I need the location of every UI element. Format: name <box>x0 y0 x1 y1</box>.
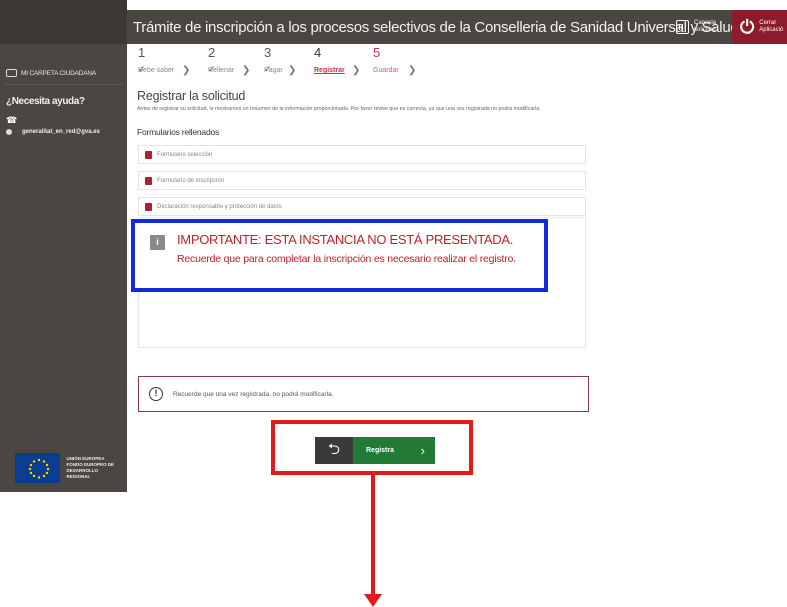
form-item-seleccion[interactable]: Formulario selección <box>138 145 586 164</box>
form-item-label: Formulario selección <box>157 151 213 158</box>
form-item-label: Declaración responsable y protección de … <box>157 203 282 210</box>
register-label: Registra <box>366 447 395 454</box>
help-email-address: generalitat_en_red@gva.es <box>22 129 100 135</box>
info-icon: i <box>150 235 165 250</box>
form-item-inscripcion[interactable]: Formulario de inscripción <box>138 171 586 190</box>
power-icon: ⏻ <box>740 16 755 37</box>
document-icon <box>145 202 152 211</box>
important-text: Recuerde que para completar la inscripci… <box>177 253 516 265</box>
email-icon <box>6 129 12 135</box>
sidebar-divider <box>4 84 124 85</box>
eu-text: UNIÓN EUROPEA FONDO EUROPEO DE DESARROLL… <box>66 456 120 480</box>
trash-icon <box>676 20 689 34</box>
register-button[interactable]: Registra › <box>353 437 435 464</box>
warning-box: ! Recuerde que una vez registrada, no po… <box>138 376 589 412</box>
back-button[interactable]: ⮌ <box>315 437 353 464</box>
chevron-right-icon: ❯ <box>408 65 417 76</box>
register-button-group: ⮌ Registra › <box>315 437 435 464</box>
eu-flag-icon <box>15 453 61 483</box>
app-header: Trámite de inscripción a los procesos se… <box>127 10 787 44</box>
help-title: ¿Necesita ayuda? <box>6 96 85 107</box>
close-label-line-2: Aplicació <box>759 27 784 33</box>
help-email[interactable]: generalitat_en_red@gva.es <box>6 129 100 135</box>
chevron-right-icon: ❯ <box>242 65 251 76</box>
step-4-number: 4 <box>314 45 322 60</box>
document-icon <box>145 150 152 159</box>
my-folder-label: MI CARPETA CIUDADANA <box>21 69 96 77</box>
chevron-right-icon: › <box>420 443 425 458</box>
eu-funding-logo: UNIÓN EUROPEA FONDO EUROPEO DE DESARROLL… <box>15 452 120 484</box>
step-2-label[interactable]: Rellenar <box>208 67 234 74</box>
step-5-number: 5 <box>373 45 381 60</box>
exclamation-icon: ! <box>149 387 163 401</box>
sidebar-logo-area <box>0 0 127 44</box>
form-item-label: Formulario de inscripción <box>157 177 225 184</box>
close-application-button[interactable]: ⏻ Cerrar Aplicació <box>732 10 787 44</box>
chevron-right-icon: ❯ <box>288 65 297 76</box>
close-label-line-1: Cerrar <box>759 20 777 26</box>
step-5-label[interactable]: Guardar <box>373 67 399 74</box>
close-label: Cerrar Aplicació <box>759 20 783 34</box>
cancel-label-line-2: solicitud <box>694 27 716 33</box>
phone-icon: ☎ <box>6 115 18 125</box>
form-item-declaracion[interactable]: Declaración responsable y protección de … <box>138 197 586 216</box>
arrow-down-icon <box>364 594 382 607</box>
sidebar: MI CARPETA CIUDADANA ¿Necesita ayuda? ☎ … <box>0 0 127 492</box>
important-title: IMPORTANTE: ESTA INSTANCIA NO ESTÁ PRESE… <box>177 232 514 247</box>
cancel-request-button[interactable]: Cancela solicitud <box>670 10 732 44</box>
document-icon <box>145 176 152 185</box>
chevron-right-icon: ❯ <box>182 65 191 76</box>
chevron-right-icon: ❯ <box>352 65 361 76</box>
step-3-label[interactable]: Pagar <box>264 67 283 74</box>
cancel-label-line-1: Cancela <box>694 20 717 26</box>
page-title: Registrar la solicitud <box>137 89 246 103</box>
my-folder-link[interactable]: MI CARPETA CIUDADANA <box>6 64 126 82</box>
important-notice: i IMPORTANTE: ESTA INSTANCIA NO ESTÁ PRE… <box>131 219 548 292</box>
annotation-arrow-shaft <box>371 474 375 598</box>
cancel-label: Cancela solicitud <box>694 20 716 34</box>
forms-section-title: Formularios rellenados <box>137 127 220 137</box>
eu-text-line-3: DESARROLLO REGIONAL <box>66 468 98 479</box>
page-intro: Antes de registrar su solicitud, le most… <box>137 106 541 112</box>
step-4-label[interactable]: Registrar <box>314 67 345 74</box>
warning-text: Recuerde que una vez registrada, no podr… <box>173 390 334 398</box>
folder-icon <box>6 69 17 77</box>
step-1-label[interactable]: Debe saber <box>138 67 174 74</box>
